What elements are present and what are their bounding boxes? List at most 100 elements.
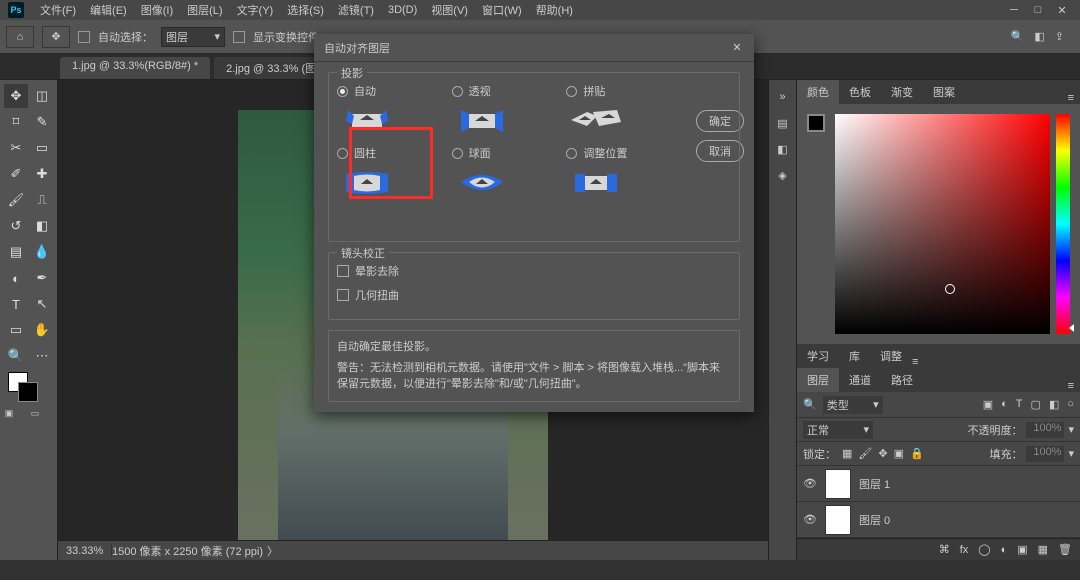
color-fg-swatch[interactable]	[807, 114, 825, 132]
chevron-down-icon[interactable]: ▾	[1068, 447, 1074, 460]
filter-text-icon[interactable]: T	[1016, 398, 1023, 411]
minimize-icon[interactable]: ─	[1008, 4, 1020, 17]
visibility-icon[interactable]: 👁	[803, 513, 817, 527]
text-tool[interactable]: T	[4, 292, 28, 316]
background-color[interactable]	[18, 382, 38, 402]
path-tool[interactable]: ↖	[30, 292, 54, 316]
layer-row[interactable]: 👁 图层 0	[797, 502, 1080, 538]
menu-select[interactable]: 选择(S)	[281, 0, 330, 20]
panel-b-icon[interactable]: ◧	[774, 140, 792, 158]
color-field[interactable]	[835, 114, 1050, 334]
quickselect-tool[interactable]: ✎	[30, 110, 54, 134]
zoom-tool[interactable]: 🔍	[4, 344, 28, 368]
radio-spherical[interactable]	[452, 148, 463, 159]
filter-smart-icon[interactable]: ◧	[1049, 398, 1059, 411]
filter-icon[interactable]: 🔍	[803, 398, 817, 411]
opacity-input[interactable]: 100%	[1026, 422, 1064, 438]
layer-thumb[interactable]	[825, 469, 851, 499]
filter-adjust-icon[interactable]: ◐	[1001, 398, 1008, 411]
layer-thumb[interactable]	[825, 505, 851, 535]
tab-color[interactable]: 颜色	[797, 80, 839, 104]
tab-learn[interactable]: 学习	[797, 344, 839, 368]
gradient-tool[interactable]: ▤	[4, 240, 28, 264]
maximize-icon[interactable]: □	[1032, 4, 1044, 17]
radio-collage[interactable]	[566, 86, 577, 97]
home-icon[interactable]: ⌂	[6, 26, 34, 48]
showtransform-checkbox[interactable]	[233, 31, 245, 43]
menu-help[interactable]: 帮助(H)	[530, 0, 579, 20]
mask-icon[interactable]: ◯	[978, 543, 990, 556]
radio-perspective[interactable]	[452, 86, 463, 97]
lock-artboard-icon[interactable]: ▣	[894, 447, 904, 460]
layer-row[interactable]: 👁 图层 1	[797, 466, 1080, 502]
autoselect-target-dropdown[interactable]: 图层▾	[161, 27, 225, 47]
filter-shape-icon[interactable]: ▢	[1031, 398, 1041, 411]
menu-image[interactable]: 图像(I)	[135, 0, 179, 20]
lock-all-icon[interactable]: 🔒	[910, 447, 924, 460]
quickmask-icon[interactable]: ▣	[4, 408, 14, 418]
menu-filter[interactable]: 滤镜(T)	[332, 0, 380, 20]
blur-tool[interactable]: 💧	[30, 240, 54, 264]
eraser-tool[interactable]: ◧	[30, 214, 54, 238]
fx-icon[interactable]: fx	[960, 544, 969, 556]
fill-input[interactable]: 100%	[1026, 446, 1064, 462]
status-docinfo[interactable]: 1500 像素 x 2250 像素 (72 ppi)	[112, 543, 263, 559]
panel-c-icon[interactable]: ◈	[774, 166, 792, 184]
tab-doc-1[interactable]: 1.jpg @ 33.3%(RGB/8#) *	[60, 57, 210, 79]
heal-tool[interactable]: ✚	[30, 162, 54, 186]
hue-slider[interactable]	[1056, 114, 1070, 334]
menu-edit[interactable]: 编辑(E)	[84, 0, 133, 20]
crop-tool[interactable]: ✂	[4, 136, 28, 160]
tab-gradients[interactable]: 渐变	[881, 80, 923, 104]
tab-layers[interactable]: 图层	[797, 368, 839, 392]
tab-paths[interactable]: 路径	[881, 368, 923, 392]
chevron-down-icon[interactable]: ▾	[1068, 423, 1074, 436]
shape-tool[interactable]: ▭	[4, 318, 28, 342]
screenmode-icon[interactable]: ▭	[30, 408, 40, 418]
lock-trans-icon[interactable]: ▦	[842, 447, 852, 460]
menu-file[interactable]: 文件(F)	[34, 0, 82, 20]
dodge-tool[interactable]: ◐	[4, 266, 28, 290]
pen-tool[interactable]: ✒	[30, 266, 54, 290]
vignette-checkbox[interactable]	[337, 265, 349, 277]
visibility-icon[interactable]: 👁	[803, 477, 817, 491]
marquee-tool[interactable]: ◫	[30, 84, 54, 108]
filter-toggle-icon[interactable]: ○	[1067, 398, 1074, 411]
distortion-checkbox[interactable]	[337, 289, 349, 301]
move-tool[interactable]: ✥	[4, 84, 28, 108]
frame-tool[interactable]: ▭	[30, 136, 54, 160]
menu-window[interactable]: 窗口(W)	[476, 0, 528, 20]
tool-preset-icon[interactable]: ✥	[42, 26, 70, 48]
close-icon[interactable]: ✕	[730, 41, 744, 54]
panel-toggle-icon[interactable]: »	[774, 88, 792, 106]
search-icon[interactable]: 🔍	[1011, 30, 1025, 43]
link-icon[interactable]: ⌘	[939, 543, 950, 556]
lock-brush-icon[interactable]: 🖌	[858, 447, 872, 460]
eyedropper-tool[interactable]: ✐	[4, 162, 28, 186]
menu-view[interactable]: 视图(V)	[425, 0, 474, 20]
chevron-right-icon[interactable]: 〉	[267, 543, 278, 559]
workspace-icon[interactable]: ◧	[1034, 30, 1044, 43]
menu-type[interactable]: 文字(Y)	[231, 0, 280, 20]
panel-menu-icon[interactable]: ≡	[1068, 92, 1080, 104]
group-icon[interactable]: ▣	[1017, 543, 1027, 556]
edit-toolbar[interactable]: ⋯	[30, 344, 54, 368]
adjustment-icon[interactable]: ◐	[1001, 544, 1008, 556]
layer-name[interactable]: 图层 0	[859, 512, 890, 528]
radio-cylindrical[interactable]	[337, 148, 348, 159]
tab-swatches[interactable]: 色板	[839, 80, 881, 104]
close-icon[interactable]: ✕	[1056, 4, 1068, 17]
autoselect-checkbox[interactable]	[78, 31, 90, 43]
menu-layer[interactable]: 图层(L)	[181, 0, 228, 20]
brush-tool[interactable]: 🖌	[4, 188, 28, 212]
panel-a-icon[interactable]: ▤	[774, 114, 792, 132]
hand-tool[interactable]: ✋	[30, 318, 54, 342]
filter-image-icon[interactable]: ▣	[983, 398, 993, 411]
status-zoom[interactable]: 33.33%	[62, 545, 112, 557]
tab-channels[interactable]: 通道	[839, 368, 881, 392]
lasso-tool[interactable]: ⌑	[4, 110, 28, 134]
trash-icon[interactable]: 🗑	[1058, 543, 1072, 556]
tab-adjustments[interactable]: 调整	[870, 344, 912, 368]
menu-3d[interactable]: 3D(D)	[382, 2, 423, 18]
share-icon[interactable]: ⇪	[1055, 30, 1064, 43]
